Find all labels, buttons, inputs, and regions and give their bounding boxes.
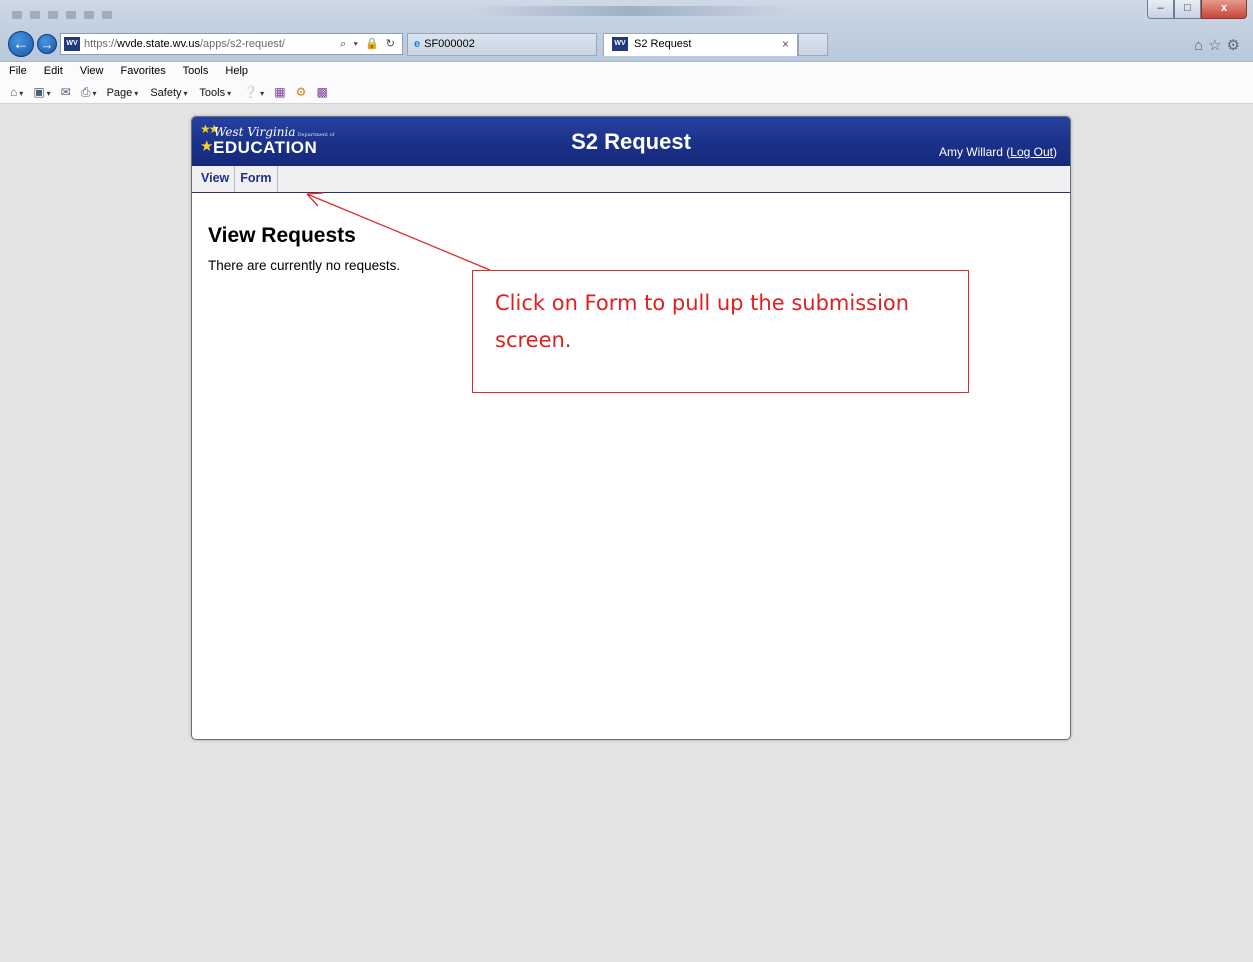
url-prefix: https:// [84, 38, 118, 50]
window-title-blur [470, 6, 790, 16]
user-area: Amy Willard (Log Out) [939, 145, 1057, 159]
window-controls: – □ x [1147, 0, 1247, 19]
safety-menu[interactable]: Safety ▾ [150, 87, 187, 99]
forward-arrow-icon: → [40, 36, 54, 52]
browser-title-bar: – □ x ← → WV https://wvde.state.wv.us/app… [0, 0, 1253, 62]
home-icon[interactable]: ⌂ ▾ [10, 80, 23, 106]
browser-right-icons: ⌂☆⚙ [1194, 36, 1245, 54]
page-menu[interactable]: Page ▾ [107, 87, 139, 99]
star-icon[interactable]: ☆ [1208, 37, 1226, 54]
menu-bar: File Edit View Favorites Tools Help [0, 62, 1253, 80]
command-bar: ⌂ ▾ ▣ ▾ ✉ ⎙ ▾ Page ▾ Safety ▾ Tools ▾ ❔ ▾ ▦ ⚙ ▩ [0, 80, 1253, 104]
new-tab-button[interactable] [798, 33, 828, 56]
browser-tab-s2-request[interactable]: WV S2 Request × [603, 33, 798, 56]
logout-link[interactable]: Log Out [1010, 145, 1053, 159]
url-host: wvde.state.wv.us [117, 38, 200, 50]
tab-view[interactable]: View [192, 166, 236, 192]
back-button[interactable]: ← [8, 31, 34, 57]
print-icon[interactable]: ⎙ ▾ [81, 80, 97, 106]
menu-view[interactable]: View [80, 65, 104, 77]
tools-menu[interactable]: Tools ▾ [199, 87, 231, 99]
logout-paren-close: ) [1053, 145, 1057, 159]
user-name: Amy Willard [938, 145, 1003, 159]
browser-tab-label: S2 Request [634, 38, 692, 50]
ie-icon: e [414, 38, 421, 50]
app-panel: ★★ West Virginia Department of ★ EDUCATIO… [191, 116, 1071, 740]
gear-icon[interactable]: ⚙ [296, 80, 307, 104]
menu-help[interactable]: Help [225, 65, 248, 77]
page-heading: View Requests [208, 224, 356, 247]
url-path: /apps/s2-request/ [199, 38, 285, 50]
address-bar-icons[interactable]: ⌕ ▾ 🔒 ↻ [340, 34, 397, 54]
onenote-icon[interactable]: ▦ [274, 80, 285, 104]
feeds-icon[interactable]: ▣ ▾ [33, 80, 50, 106]
menu-file[interactable]: File [9, 65, 27, 77]
quick-access-toolbar [12, 6, 172, 19]
help-icon[interactable]: ❔ ▾ [243, 80, 264, 106]
tab-close-icon[interactable]: × [782, 34, 789, 55]
tab-form[interactable]: Form [235, 166, 278, 192]
address-bar[interactable]: WV https://wvde.state.wv.us/apps/s2-reque… [60, 33, 403, 55]
back-arrow-icon: ← [12, 34, 30, 53]
forward-button[interactable]: → [37, 34, 57, 54]
close-window-button[interactable]: x [1201, 0, 1247, 19]
menu-edit[interactable]: Edit [44, 65, 63, 77]
app-header: ★★ West Virginia Department of ★ EDUCATIO… [192, 117, 1070, 166]
maximize-button[interactable]: □ [1174, 0, 1201, 19]
menu-favorites[interactable]: Favorites [121, 65, 166, 77]
site-favicon-icon: WV [612, 37, 628, 51]
home-icon[interactable]: ⌂ [1194, 37, 1208, 54]
minimize-button[interactable]: – [1147, 0, 1174, 19]
menu-tools[interactable]: Tools [183, 65, 209, 77]
mail-icon[interactable]: ✉ [61, 80, 71, 104]
addon-icon[interactable]: ▩ [316, 80, 327, 104]
annotation-callout: Click on Form to pull up the submission … [472, 270, 969, 393]
browser-tab-label: SF000002 [424, 38, 475, 50]
app-nav-tabs: View Form [192, 166, 1070, 193]
site-favicon-icon: WV [64, 37, 80, 51]
gear-icon[interactable]: ⚙ [1227, 37, 1245, 54]
browser-tab-sf000002[interactable]: e SF000002 [407, 33, 597, 56]
